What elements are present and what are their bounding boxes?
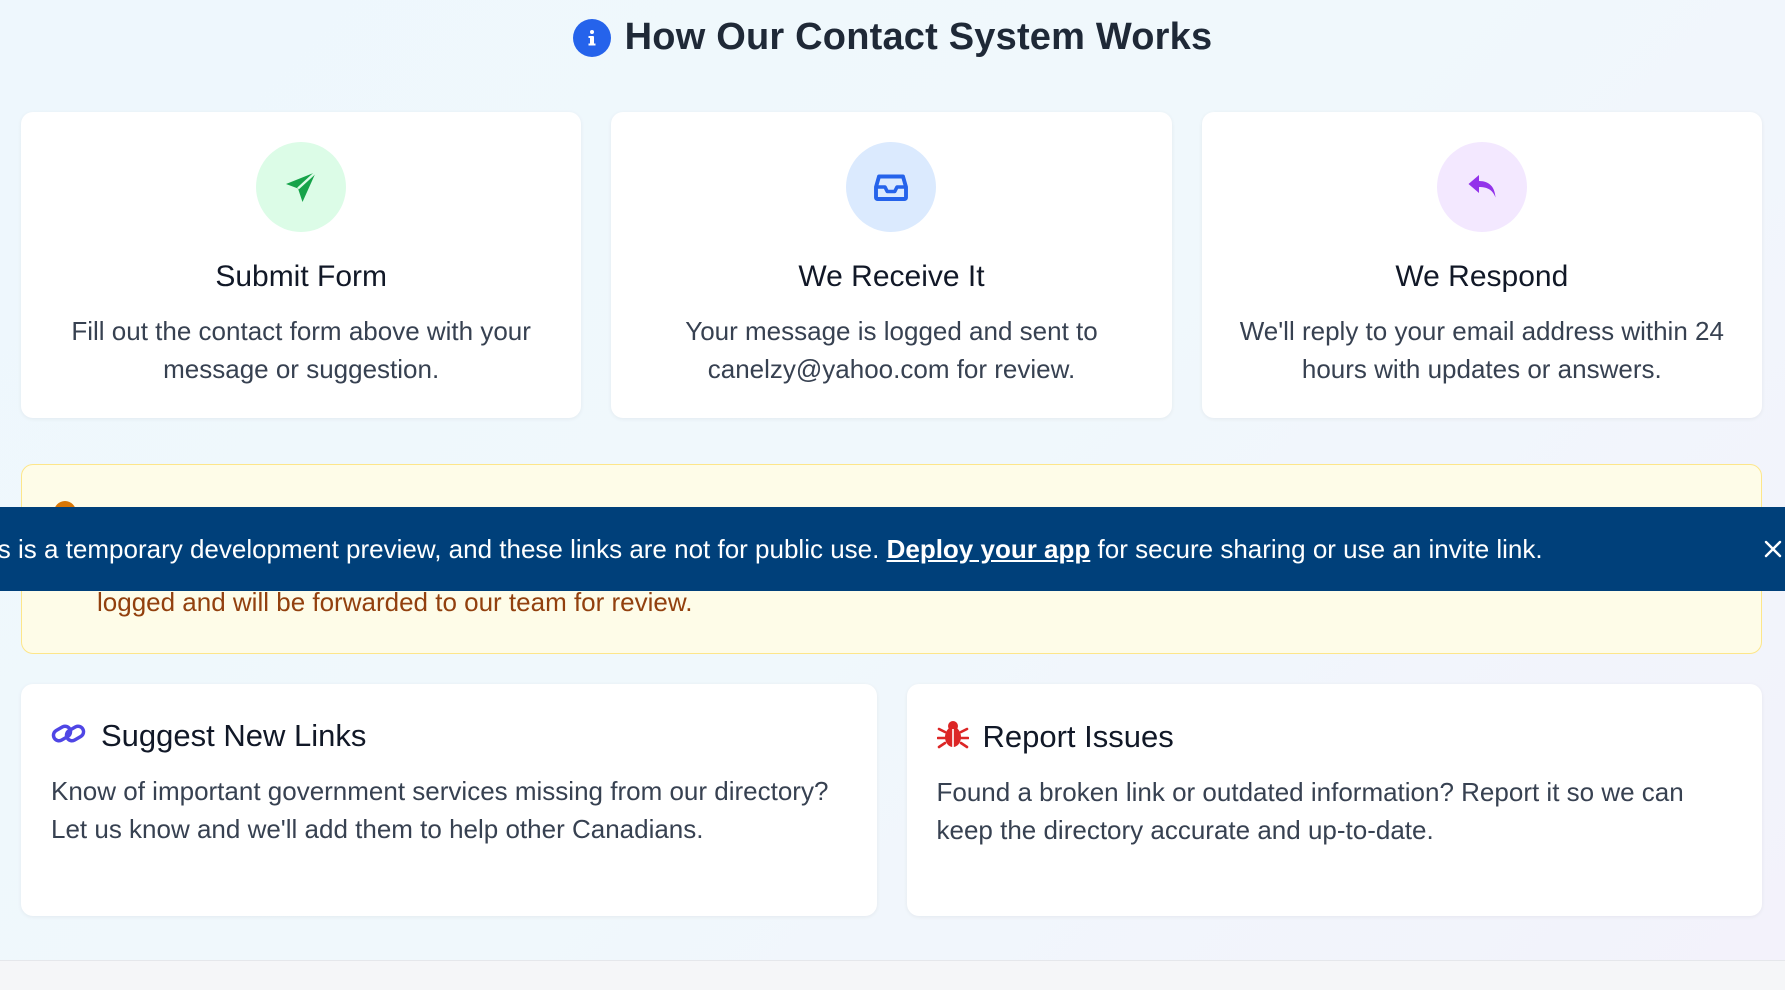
deploy-app-link[interactable]: Deploy your app — [887, 534, 1091, 564]
banner-text-after: for secure sharing or use an invite link… — [1090, 534, 1543, 564]
step-description: Fill out the contact form above with you… — [71, 316, 531, 384]
step-card-we-respond: We Respond We'll reply to your email add… — [1201, 112, 1762, 418]
step-description: We'll reply to your email address within… — [1239, 316, 1724, 384]
close-icon[interactable] — [1757, 533, 1785, 565]
feature-description: Know of important government services mi… — [51, 776, 829, 844]
bug-icon — [936, 718, 969, 755]
step-card-we-receive-it: We Receive It Your message is logged and… — [611, 112, 1172, 418]
reply-icon — [1436, 142, 1527, 232]
features-row: Suggest New Links Know of important gove… — [21, 684, 1762, 916]
paper-plane-icon — [256, 142, 347, 232]
banner-text: is is a temporary development preview, a… — [0, 507, 1543, 591]
step-card-submit-form: Submit Form Fill out the contact form ab… — [21, 112, 582, 418]
feature-header: Suggest New Links — [51, 718, 847, 754]
feature-title: Suggest New Links — [101, 718, 367, 753]
banner-text-before: is is a temporary development preview, a… — [0, 534, 887, 564]
feature-title: Report Issues — [982, 718, 1174, 754]
steps-row: Submit Form Fill out the contact form ab… — [21, 112, 1762, 418]
info-icon — [572, 18, 611, 57]
section-title: How Our Contact System Works — [624, 16, 1213, 58]
feature-description: Found a broken link or outdated informat… — [936, 777, 1684, 845]
feature-card-suggest-links: Suggest New Links Know of important gove… — [21, 684, 877, 916]
step-description: Your message is logged and sent to canel… — [685, 316, 1098, 384]
step-title: We Receive It — [798, 260, 985, 293]
contact-info-page: How Our Contact System Works Submit Form… — [0, 0, 1785, 990]
footer-bar — [0, 960, 1785, 990]
feature-header: Report Issues — [936, 718, 1733, 755]
notice-text: logged and will be forwarded to our team… — [97, 587, 693, 617]
dev-preview-banner: is is a temporary development preview, a… — [0, 507, 1785, 591]
inbox-icon — [846, 142, 937, 232]
step-title: Submit Form — [215, 260, 388, 293]
feature-card-report-issues: Report Issues Found a broken link or out… — [906, 684, 1762, 916]
link-icon — [51, 719, 87, 754]
section-header: How Our Contact System Works — [0, 16, 1785, 59]
step-title: We Respond — [1395, 260, 1569, 293]
